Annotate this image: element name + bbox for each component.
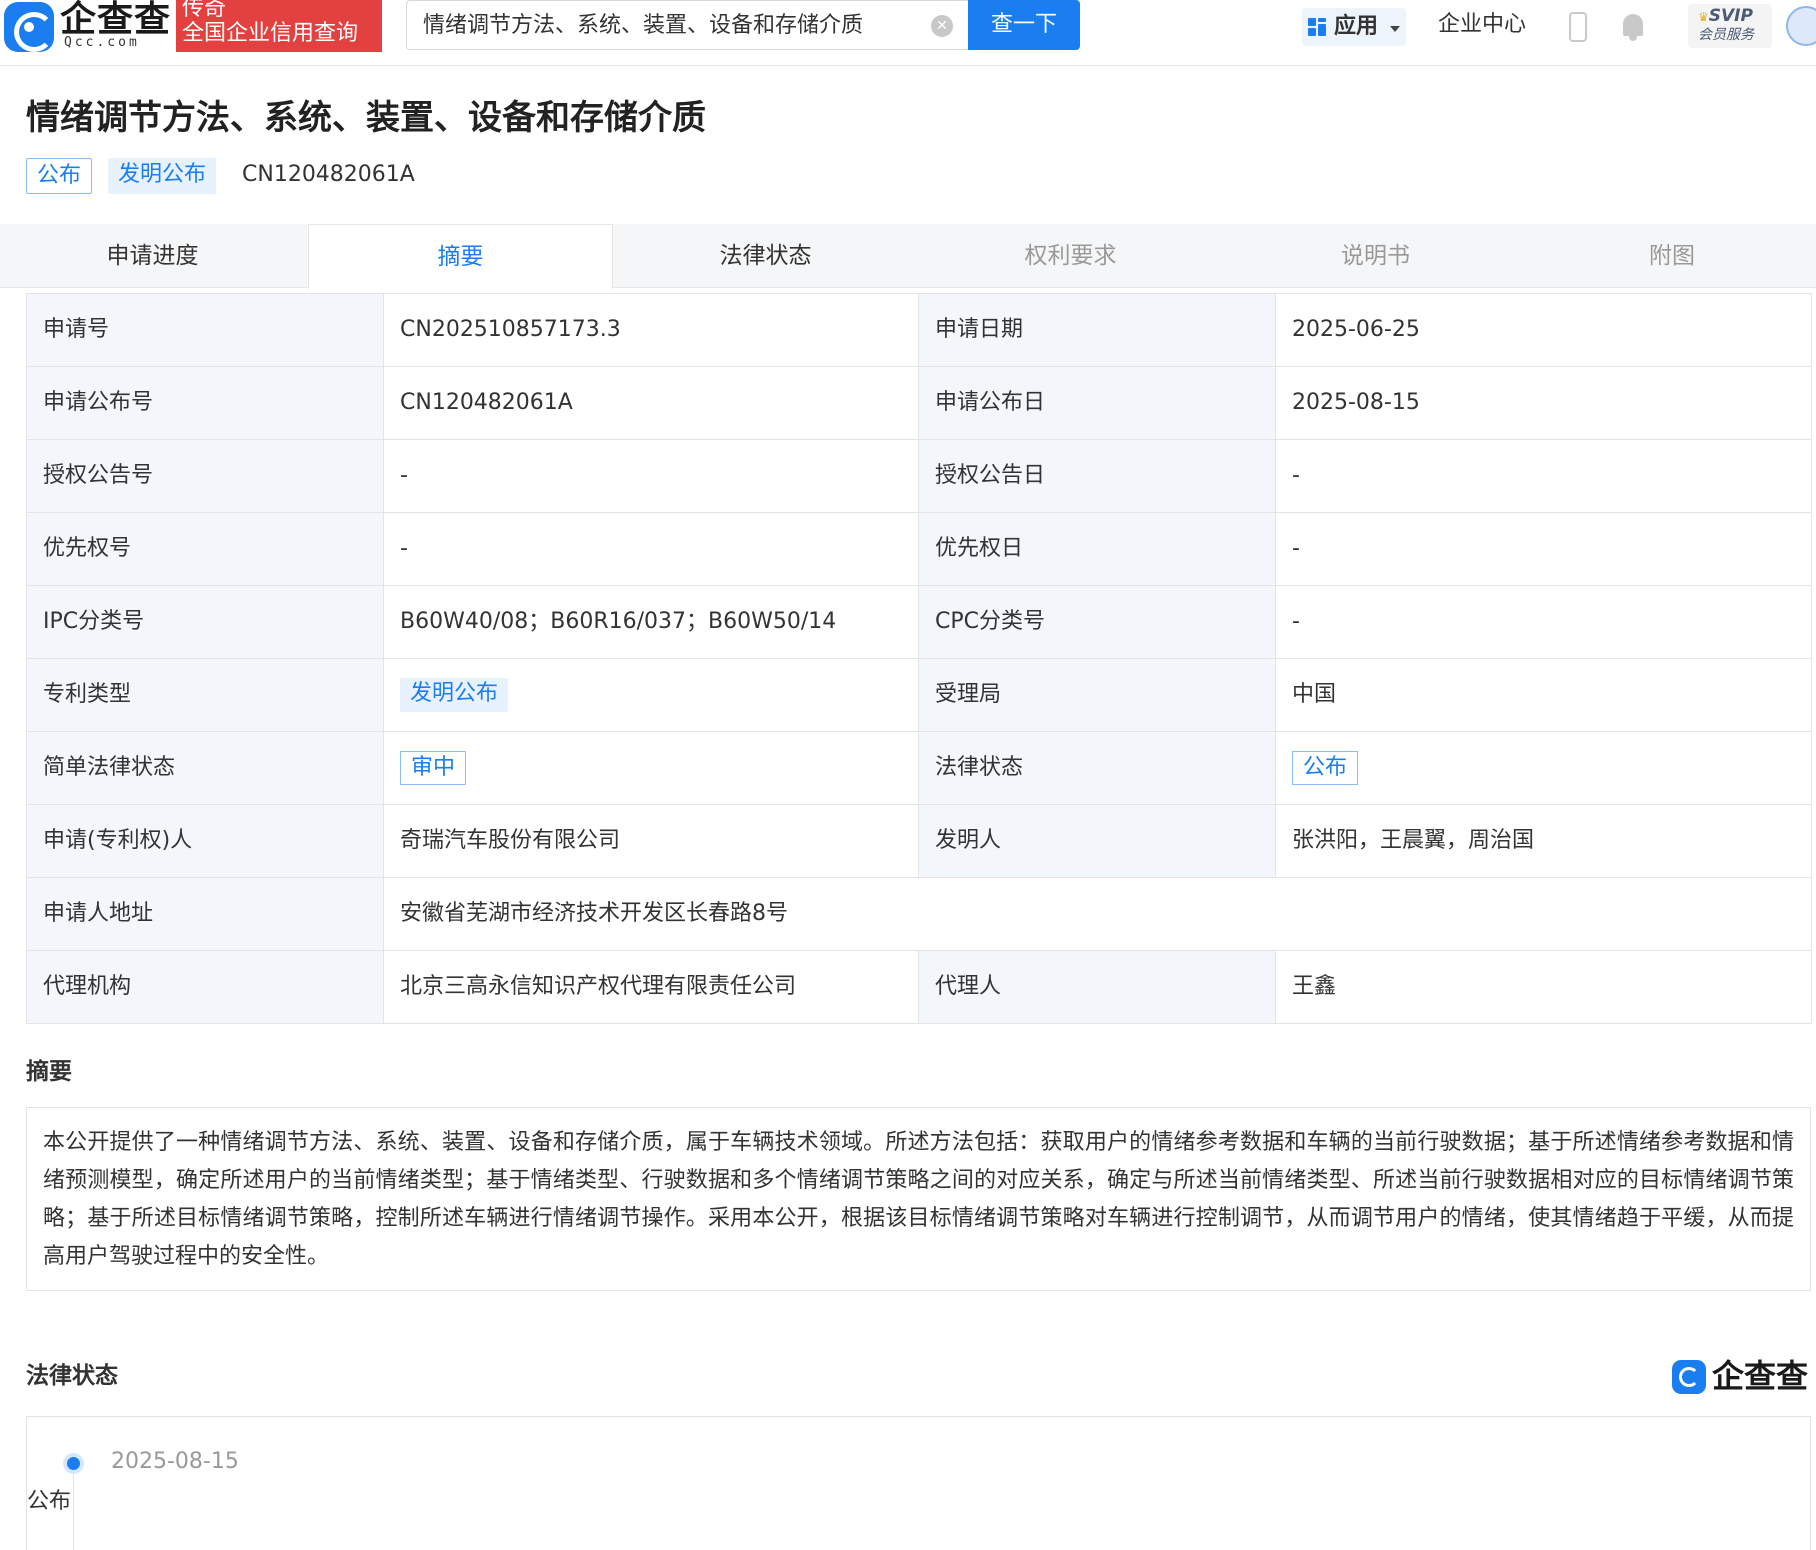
simple-legal-status-label: 简单法律状态 — [26, 731, 384, 805]
address-label: 申请人地址 — [26, 877, 384, 951]
enterprise-center-link[interactable]: 企业中心 — [1438, 10, 1526, 40]
timeline-status: 公布 — [27, 1489, 72, 1514]
table-row: 优先权号 - 优先权日 - — [26, 512, 1812, 586]
tab-claims[interactable]: 权利要求 — [918, 224, 1223, 288]
detail-tabs: 申请进度 摘要 法律状态 权利要求 说明书 附图 — [0, 224, 1816, 289]
priority-date-label: 优先权日 — [918, 512, 1276, 586]
office-value: 中国 — [1275, 658, 1812, 732]
grant-no-value: - — [383, 439, 919, 513]
qcc-logo-icon — [1672, 1360, 1706, 1394]
tab-description[interactable]: 说明书 — [1223, 224, 1528, 288]
svip-button[interactable]: ♛SVIP 会员服务 — [1688, 4, 1772, 48]
table-row: IPC分类号 B60W40/08；B60R16/037；B60W50/14 CP… — [26, 585, 1812, 659]
agency-label: 代理机构 — [26, 950, 384, 1024]
abstract-text: 本公开提供了一种情绪调节方法、系统、装置、设备和存储介质，属于车辆技术领域。所述… — [26, 1107, 1811, 1291]
legal-status-label: 法律状态 — [918, 731, 1276, 805]
legal-status-heading: 法律状态 — [26, 1363, 118, 1389]
timeline-date: 2025-08-15 — [111, 1449, 239, 1474]
table-row: 简单法律状态 审中 法律状态 公布 — [26, 731, 1812, 805]
priority-date-value: - — [1275, 512, 1812, 586]
tab-application-progress[interactable]: 申请进度 — [0, 224, 305, 288]
publication-date-value: 2025-08-15 — [1275, 366, 1812, 440]
top-header: 企查查 Qcc.com 传奇 全国企业信用查询 情绪调节方法、系统、装置、设备和… — [0, 0, 1816, 66]
publication-date-label: 申请公布日 — [918, 366, 1276, 440]
priority-no-value: - — [383, 512, 919, 586]
type-tag-invention: 发明公布 — [108, 158, 217, 194]
table-row: 代理机构 北京三高永信知识产权代理有限责任公司 代理人 王鑫 — [26, 950, 1812, 1024]
table-row: 申请公布号 CN120482061A 申请公布日 2025-08-15 — [26, 366, 1812, 440]
svip-sublabel: 会员服务 — [1698, 27, 1754, 43]
patent-type-cell: 发明公布 — [383, 658, 919, 732]
office-label: 受理局 — [918, 658, 1276, 732]
app-menu-button[interactable]: 应用 — [1302, 8, 1406, 46]
application-no-value: CN202510857173.3 — [383, 293, 919, 367]
user-avatar[interactable] — [1786, 6, 1816, 46]
chevron-down-icon — [1390, 26, 1400, 32]
cpc-value: - — [1275, 585, 1812, 659]
table-row: 申请人地址 安徽省芜湖市经济技术开发区长春路8号 — [26, 877, 1812, 951]
slogan-badge: 传奇 全国企业信用查询 — [176, 0, 382, 52]
status-tag-published: 公布 — [26, 158, 93, 194]
application-date-value: 2025-06-25 — [1275, 293, 1812, 367]
mobile-phone-icon[interactable] — [1569, 12, 1587, 42]
agency-link[interactable]: 北京三高永信知识产权代理有限责任公司 — [383, 950, 919, 1024]
logo-text[interactable]: 企查查 — [60, 0, 171, 40]
publication-no-label: 申请公布号 — [26, 366, 384, 440]
patent-type-tag: 发明公布 — [400, 678, 509, 712]
search-button[interactable]: 查一下 — [968, 0, 1080, 50]
applicant-link[interactable]: 奇瑞汽车股份有限公司 — [383, 804, 919, 878]
agent-value: 王鑫 — [1275, 950, 1812, 1024]
applicant-label: 申请(专利权)人 — [26, 804, 384, 878]
timeline-line — [73, 1457, 74, 1550]
tab-abstract[interactable]: 摘要 — [308, 224, 613, 289]
search-input-value[interactable]: 情绪调节方法、系统、装置、设备和存储介质 — [423, 11, 863, 41]
simple-legal-status-cell: 审中 — [383, 731, 919, 805]
badge-line1: 传奇 — [182, 0, 227, 21]
legal-status-cell: 公布 — [1275, 731, 1812, 805]
ipc-value: B60W40/08；B60R16/037；B60W50/14 — [383, 585, 919, 659]
publication-no-value: CN120482061A — [383, 366, 919, 440]
application-date-label: 申请日期 — [918, 293, 1276, 367]
crown-icon: ♛ — [1698, 10, 1709, 24]
tab-drawings[interactable]: 附图 — [1528, 224, 1816, 288]
brand-text: 企查查 — [1712, 1357, 1809, 1395]
publication-number: CN120482061A — [242, 162, 415, 187]
apps-grid-icon — [1308, 18, 1328, 38]
legal-timeline: 2025-08-15 公布 — [26, 1416, 1811, 1550]
svip-label: ♛SVIP — [1698, 6, 1753, 26]
patent-info-table: 申请号 CN202510857173.3 申请日期 2025-06-25 申请公… — [26, 293, 1812, 1024]
badge-line2: 全国企业信用查询 — [182, 21, 359, 46]
notification-bell-icon[interactable] — [1620, 12, 1646, 42]
priority-no-label: 优先权号 — [26, 512, 384, 586]
qcc-logo-icon[interactable] — [4, 2, 54, 52]
table-row: 申请号 CN202510857173.3 申请日期 2025-06-25 — [26, 293, 1812, 367]
timeline-dot-icon — [67, 1457, 80, 1470]
logo-subtext: Qcc.com — [64, 35, 140, 50]
legal-status-tag: 公布 — [1292, 751, 1359, 785]
clear-icon[interactable]: ✕ — [931, 15, 953, 37]
table-row: 申请(专利权)人 奇瑞汽车股份有限公司 发明人 张洪阳，王晨翼，周治国 — [26, 804, 1812, 878]
grant-date-label: 授权公告日 — [918, 439, 1276, 513]
address-value: 安徽省芜湖市经济技术开发区长春路8号 — [383, 877, 1812, 951]
inventor-label: 发明人 — [918, 804, 1276, 878]
patent-type-label: 专利类型 — [26, 658, 384, 732]
table-row: 授权公告号 - 授权公告日 - — [26, 439, 1812, 513]
application-no-label: 申请号 — [26, 293, 384, 367]
tab-legal-status[interactable]: 法律状态 — [613, 224, 918, 288]
search-input[interactable]: 情绪调节方法、系统、装置、设备和存储介质 ✕ — [406, 0, 970, 50]
app-menu-label: 应用 — [1334, 14, 1379, 39]
abstract-heading: 摘要 — [26, 1059, 72, 1085]
ipc-label: IPC分类号 — [26, 585, 384, 659]
grant-date-value: - — [1275, 439, 1812, 513]
patent-title: 情绪调节方法、系统、装置、设备和存储介质 — [26, 98, 706, 138]
inventor-value: 张洪阳，王晨翼，周治国 — [1275, 804, 1812, 878]
grant-no-label: 授权公告号 — [26, 439, 384, 513]
cpc-label: CPC分类号 — [918, 585, 1276, 659]
simple-legal-status-tag: 审中 — [400, 751, 467, 785]
table-row: 专利类型 发明公布 受理局 中国 — [26, 658, 1812, 732]
agent-label: 代理人 — [918, 950, 1276, 1024]
